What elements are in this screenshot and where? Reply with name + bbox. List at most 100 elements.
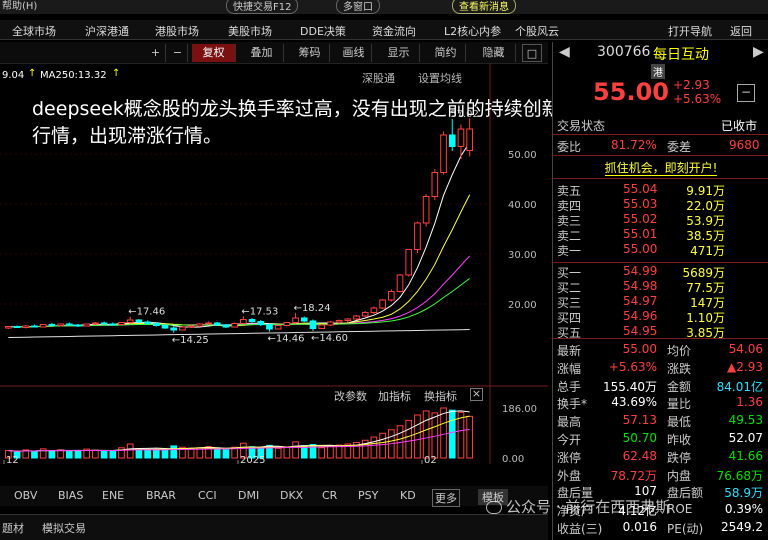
price-change-pct: +5.63% — [673, 92, 722, 106]
tab-kd[interactable]: KD — [400, 489, 416, 502]
bottom-taskbar: 题材 模拟交易 — [0, 514, 548, 540]
swap-indicator-button[interactable]: 换指标 — [424, 388, 457, 404]
candle-body — [379, 299, 386, 309]
taskbar-theme[interactable]: 题材 — [2, 520, 24, 536]
next-stock-icon[interactable]: ▶ — [753, 44, 764, 60]
menu-stock-news[interactable]: 个股风云 — [515, 23, 559, 39]
draw-line-button[interactable]: 画线 — [336, 44, 372, 62]
tab-cci[interactable]: CCI — [198, 489, 217, 502]
stock-connect-label[interactable]: 深股通 — [362, 70, 395, 86]
candle-body — [48, 324, 56, 326]
stat-label: 最高 — [557, 415, 582, 430]
tab-obv[interactable]: OBV — [14, 489, 37, 502]
stat-value: 155.40万 — [603, 379, 657, 394]
help-menu[interactable]: 帮助(H) — [2, 0, 37, 12]
candle-body — [283, 322, 291, 326]
menu-us-market[interactable]: 美股市场 — [228, 23, 272, 39]
stat-value: ▲2.93 — [727, 359, 763, 374]
candle-body — [205, 322, 212, 325]
add-indicator-button[interactable]: 加指标 — [378, 388, 411, 404]
separator — [553, 155, 768, 156]
candle-body — [405, 249, 413, 276]
sell-level-row[interactable]: 卖五 55.04 9.91万 — [553, 182, 768, 198]
ma-arrow-icon: ↑ — [28, 68, 37, 79]
hide-button[interactable]: 隐藏 — [472, 44, 516, 62]
tab-psy[interactable]: PSY — [358, 489, 378, 502]
chip-button[interactable]: 筹码 — [290, 44, 330, 62]
level-price: 55.00 — [623, 242, 658, 256]
menu-stock-connect[interactable]: 沪深港通 — [85, 23, 129, 39]
multi-window-button[interactable]: 多窗口 — [336, 0, 380, 14]
taskbar-sim-trade[interactable]: 模拟交易 — [42, 520, 86, 536]
sell-level-row[interactable]: 卖四 55.03 22.0万 — [553, 197, 768, 213]
watermark-text: 公众号 · 前行在西西弗斯 — [506, 498, 671, 516]
quick-trade-button[interactable]: 快捷交易F12 — [226, 0, 299, 14]
x-tick-label: 2025 — [240, 455, 265, 464]
overlay-button[interactable]: 叠加 — [240, 44, 284, 62]
menu-dde[interactable]: DDE决策 — [300, 23, 346, 39]
menu-global-market[interactable]: 全球市场 — [12, 23, 56, 39]
menu-back[interactable]: 返回 — [730, 23, 752, 39]
display-button[interactable]: 显示 — [378, 44, 420, 62]
tab-brar[interactable]: BRAR — [146, 489, 176, 502]
close-icon[interactable]: × — [470, 388, 483, 401]
collapse-icon[interactable]: − — [737, 84, 755, 102]
sell-level-row[interactable]: 卖三 55.02 53.9万 — [553, 212, 768, 228]
tab-bias[interactable]: BIAS — [58, 489, 83, 502]
volume-bar — [57, 449, 64, 459]
y-tick-label: 30.00 — [508, 250, 537, 261]
candle-body — [144, 321, 151, 324]
volume-bar — [274, 447, 282, 459]
prev-stock-icon[interactable]: ◀ — [559, 44, 570, 60]
ma-setting-button[interactable]: 设置均线 — [418, 70, 462, 86]
sell-level-row[interactable]: 卖一 55.00 471万 — [553, 242, 768, 258]
candle-body — [387, 291, 395, 301]
stat-label: 盘后额 — [667, 486, 704, 501]
level-label: 卖一 — [557, 244, 582, 258]
stat-label: 涨跌 — [667, 361, 692, 376]
menu-open-nav[interactable]: 打开导航 — [668, 23, 712, 39]
stock-code: 300766 — [597, 44, 651, 60]
volume-bar — [448, 409, 456, 459]
stat-label: 总手 — [557, 379, 582, 394]
change-param-button[interactable]: 改参数 — [334, 388, 367, 404]
ma-legend: 9.04 ↑ MA250:13.32 ↑ 深股通 设置均线 — [0, 68, 500, 86]
adjust-price-button[interactable]: 复权 — [192, 44, 236, 62]
tab-ene[interactable]: ENE — [102, 489, 124, 502]
volume-bar — [405, 419, 413, 459]
separator — [553, 338, 768, 339]
stat-value: 62.48 — [622, 448, 657, 463]
stat-label: 金额 — [667, 379, 692, 394]
stat-value: 0.39% — [724, 502, 763, 517]
last-price: 55.00 — [593, 78, 669, 106]
buy-level-row[interactable]: 买四 54.96 1.10万 — [553, 309, 768, 325]
tab-cr[interactable]: CR — [322, 489, 337, 502]
stat-row: 涨幅 +5.63% 涨跌 ▲2.93 — [553, 360, 768, 376]
candle-body — [396, 274, 404, 292]
candle-body — [213, 322, 221, 326]
tab-more[interactable]: 更多 — [432, 489, 460, 507]
candle-body — [74, 324, 82, 327]
sell-level-row[interactable]: 卖二 55.01 38.5万 — [553, 227, 768, 243]
tab-dkx[interactable]: DKX — [280, 489, 303, 502]
stat-value: 43.69% — [611, 395, 657, 410]
price-change: +2.93 — [673, 78, 710, 92]
menu-l2[interactable]: L2核心内参 — [444, 23, 501, 39]
buy-level-row[interactable]: 买一 54.99 5689万 — [553, 264, 768, 280]
buy-level-row[interactable]: 买二 54.98 77.5万 — [553, 279, 768, 295]
stock-name: 每日互动 — [653, 47, 709, 63]
weicha-label: 委差 — [667, 140, 692, 154]
volume-bar — [222, 449, 230, 459]
maximize-icon[interactable]: □ — [522, 44, 542, 62]
simple-mode-button[interactable]: 简约 — [426, 44, 466, 62]
news-button[interactable]: 查看新消息 — [452, 0, 516, 14]
quote-header: ◀ 300766 每日互动 ▶ — [553, 44, 768, 64]
separator — [553, 262, 768, 263]
menu-hk-market[interactable]: 港股市场 — [155, 23, 199, 39]
menu-fund-flow[interactable]: 资金流向 — [372, 23, 416, 39]
open-account-link[interactable]: 抓住机会，即刻开户! — [604, 161, 718, 176]
buy-level-row[interactable]: 买三 54.97 147万 — [553, 294, 768, 310]
tab-dmi[interactable]: DMI — [238, 489, 259, 502]
zoom-out-button[interactable]: − — [168, 44, 188, 62]
zoom-in-button[interactable]: + — [146, 44, 166, 62]
